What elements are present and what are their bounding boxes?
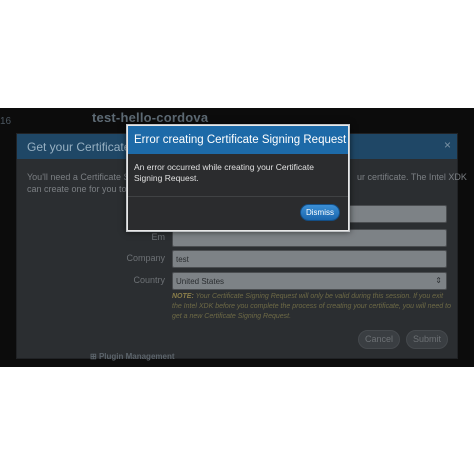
error-message: An error occurred while creating your Ce…	[134, 162, 314, 183]
modal-divider	[128, 196, 348, 197]
country-select-value: United States	[176, 277, 225, 286]
close-icon[interactable]: ×	[444, 138, 451, 152]
plugin-management-item[interactable]: ⊞ Plugin Management	[90, 352, 175, 361]
project-title: test-hello-cordova	[92, 110, 209, 125]
error-modal-header: Error creating Certificate Signing Reque…	[128, 126, 348, 154]
note-text: Your Certificate Signing Request will on…	[172, 293, 451, 320]
chevron-updown-icon: ⇕	[435, 276, 442, 285]
form-row-company: Company test	[17, 250, 457, 268]
note-label: NOTE:	[172, 293, 194, 300]
company-label: Company	[126, 253, 165, 263]
session-note: NOTE: Your Certificate Signing Request w…	[172, 292, 452, 322]
country-select[interactable]: United States ⇕	[172, 272, 447, 290]
cancel-button[interactable]: Cancel	[358, 330, 400, 349]
description-right: ur certificate. The Intel XDK	[357, 172, 467, 182]
error-modal: Error creating Certificate Signing Reque…	[126, 124, 350, 232]
company-input[interactable]: test	[172, 250, 447, 268]
plugin-management-label: Plugin Management	[98, 352, 175, 361]
expand-icon: ⊞	[90, 352, 99, 361]
error-modal-title: Error creating Certificate Signing Reque…	[134, 134, 347, 146]
email-label: Em	[151, 232, 166, 242]
submit-button[interactable]: Submit	[406, 330, 448, 349]
country-label: Country	[133, 275, 165, 285]
left-edge-label: 16	[0, 116, 12, 127]
error-modal-body: An error occurred while creating your Ce…	[128, 154, 348, 230]
dismiss-button[interactable]: Dismiss	[300, 204, 340, 221]
form-row-country: Country United States ⇕	[17, 272, 457, 290]
